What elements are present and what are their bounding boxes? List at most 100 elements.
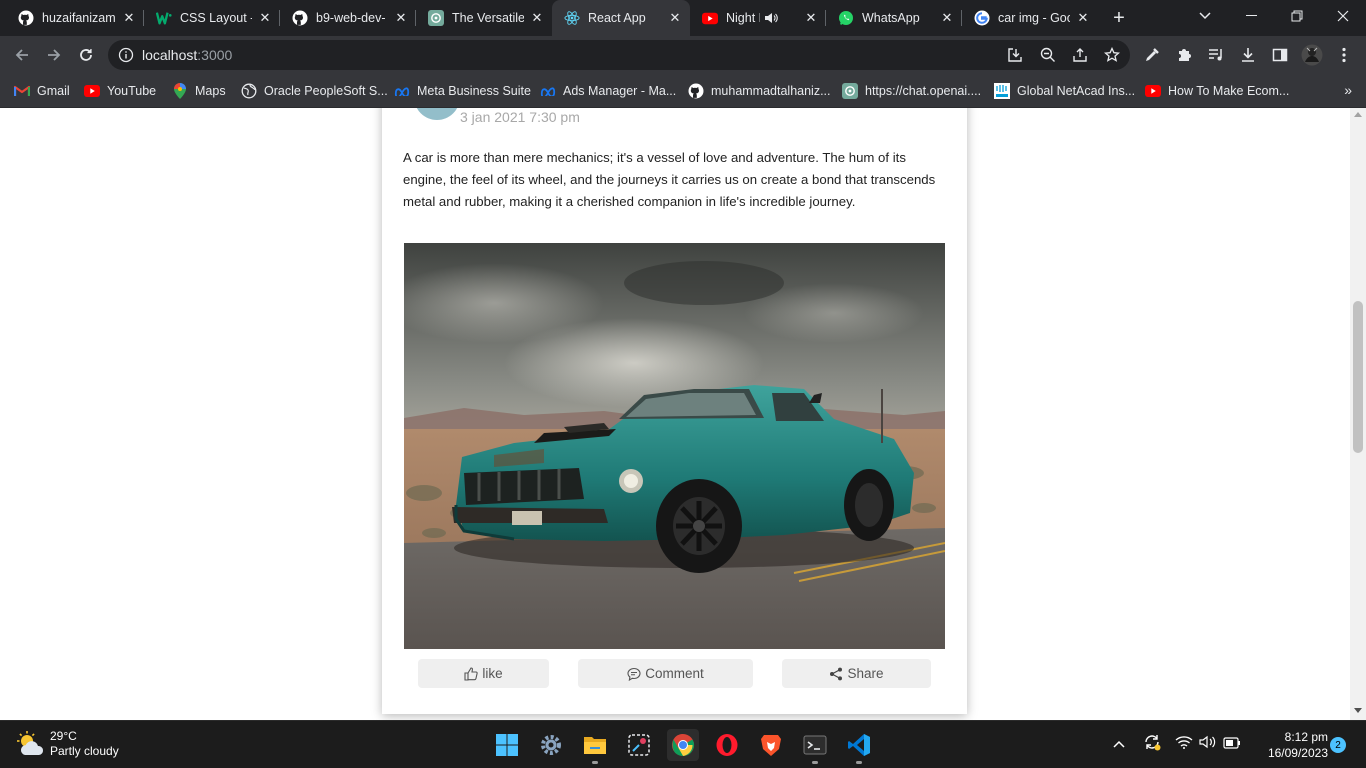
eyedropper-extension-icon[interactable] bbox=[1138, 41, 1166, 69]
bookmark-oracle-peoplesoft[interactable]: Oracle PeopleSoft S... bbox=[241, 81, 388, 101]
vertical-scrollbar[interactable] bbox=[1350, 108, 1366, 720]
bookmark-label: Maps bbox=[195, 84, 226, 98]
downloads-icon[interactable] bbox=[1234, 41, 1262, 69]
share-label: Share bbox=[847, 666, 884, 681]
minimize-button[interactable] bbox=[1228, 0, 1274, 32]
comment-icon bbox=[627, 667, 641, 681]
post-date: 3 jan 2021 7:30 pm bbox=[460, 109, 580, 125]
close-icon[interactable]: ✕ bbox=[392, 9, 410, 27]
close-icon[interactable]: ✕ bbox=[1074, 9, 1092, 27]
terminal-icon[interactable] bbox=[799, 729, 831, 764]
bookmark-youtube[interactable]: YouTube bbox=[84, 81, 156, 101]
bookmark-label: https://chat.openai.... bbox=[865, 84, 982, 98]
tab-night-drive-youtube[interactable]: Night Dr ✕ bbox=[690, 0, 826, 36]
post-text: A car is more than mere mechanics; it's … bbox=[403, 150, 936, 209]
notification-badge[interactable]: 2 bbox=[1330, 737, 1346, 753]
close-icon[interactable]: ✕ bbox=[528, 9, 546, 27]
thumbs-up-icon bbox=[464, 666, 479, 681]
page-viewport: 3 jan 2021 7:30 pm A car is more than me… bbox=[0, 108, 1366, 720]
file-explorer-icon[interactable] bbox=[579, 729, 611, 764]
tab-css-layout[interactable]: CSS Layout - ✕ bbox=[144, 0, 280, 36]
tab-search-chevron-icon[interactable] bbox=[1182, 0, 1228, 32]
show-hidden-icons-chevron-icon[interactable] bbox=[1113, 735, 1125, 753]
bookmark-github-muhammadtalhaniz[interactable]: muhammadtalhaniz... bbox=[688, 81, 831, 101]
bookmark-maps[interactable]: Maps bbox=[172, 81, 226, 101]
volume-icon[interactable] bbox=[1199, 735, 1217, 754]
url-text: localhost:3000 bbox=[142, 47, 232, 63]
cisco-icon bbox=[994, 83, 1010, 99]
avatar[interactable] bbox=[414, 108, 460, 120]
tab-react-app[interactable]: React App ✕ bbox=[552, 0, 690, 36]
speaker-icon[interactable] bbox=[764, 12, 778, 24]
scroll-up-arrow-icon[interactable] bbox=[1354, 112, 1362, 117]
bookmark-ads-manager[interactable]: Ads Manager - Ma... bbox=[540, 81, 676, 101]
bookmark-gmail[interactable]: Gmail bbox=[14, 81, 70, 101]
tab-whatsapp[interactable]: WhatsApp ✕ bbox=[826, 0, 962, 36]
bookmark-how-to-make-ecom[interactable]: How To Make Ecom... bbox=[1145, 81, 1289, 101]
close-icon[interactable]: ✕ bbox=[256, 9, 274, 27]
brave-icon[interactable] bbox=[755, 729, 787, 761]
address-bar[interactable]: localhost:3000 bbox=[108, 40, 1130, 70]
bookmark-label: muhammadtalhaniz... bbox=[711, 84, 831, 98]
bookmarks-overflow-button[interactable]: » bbox=[1344, 82, 1352, 98]
restore-button[interactable] bbox=[1274, 0, 1320, 32]
profile-avatar[interactable] bbox=[1298, 41, 1326, 69]
tab-car-img-google[interactable]: car img - Goo ✕ bbox=[962, 0, 1098, 36]
bookmark-meta-business-suite[interactable]: Meta Business Suite bbox=[394, 81, 531, 101]
scroll-down-arrow-icon[interactable] bbox=[1354, 708, 1362, 713]
new-tab-button[interactable]: + bbox=[1107, 6, 1131, 30]
media-controls-icon[interactable] bbox=[1202, 41, 1230, 69]
close-icon[interactable]: ✕ bbox=[666, 9, 684, 27]
w3schools-icon bbox=[156, 10, 172, 26]
system-clock[interactable]: 8:12 pm 16/09/2023 bbox=[1248, 729, 1328, 761]
weather-widget[interactable]: 29°C Partly cloudy bbox=[16, 729, 119, 759]
like-button[interactable]: like bbox=[418, 659, 549, 688]
battery-icon[interactable] bbox=[1223, 736, 1241, 754]
side-panel-icon[interactable] bbox=[1266, 41, 1294, 69]
partly-cloudy-icon bbox=[17, 731, 44, 755]
tab-github-b9-web-dev[interactable]: b9-web-dev- ✕ bbox=[280, 0, 416, 36]
close-window-button[interactable] bbox=[1320, 0, 1366, 32]
scrollbar-thumb[interactable] bbox=[1353, 301, 1363, 453]
start-windows-icon[interactable] bbox=[491, 729, 523, 761]
bookmark-star-icon[interactable] bbox=[1103, 46, 1121, 64]
back-button[interactable] bbox=[8, 41, 36, 69]
meta-icon bbox=[540, 83, 556, 99]
bookmark-label: How To Make Ecom... bbox=[1168, 84, 1290, 98]
opera-icon[interactable] bbox=[711, 729, 743, 761]
forward-button[interactable] bbox=[40, 41, 68, 69]
reload-button[interactable] bbox=[72, 41, 100, 69]
youtube-icon bbox=[84, 83, 100, 99]
install-app-icon[interactable] bbox=[1006, 46, 1024, 64]
chrome-icon[interactable] bbox=[667, 729, 699, 761]
tab-github-huzaifanizam[interactable]: huzaifanizam ✕ bbox=[6, 0, 144, 36]
wifi-icon[interactable] bbox=[1175, 735, 1193, 754]
comment-label: Comment bbox=[645, 666, 704, 681]
bookmark-global-netacad[interactable]: Global NetAcad Ins... bbox=[994, 81, 1135, 101]
close-icon[interactable]: ✕ bbox=[802, 9, 820, 27]
tab-the-versatile[interactable]: The Versatile ✕ bbox=[416, 0, 552, 36]
close-icon[interactable]: ✕ bbox=[938, 9, 956, 27]
bookmark-chat-openai[interactable]: https://chat.openai.... bbox=[842, 81, 981, 101]
tab-title: b9-web-dev- bbox=[316, 11, 386, 25]
bookmark-label: YouTube bbox=[107, 84, 157, 98]
tab-title: Night Dr bbox=[726, 11, 760, 25]
browser-menu-icon[interactable] bbox=[1330, 41, 1358, 69]
close-icon[interactable]: ✕ bbox=[120, 9, 138, 27]
post-image[interactable] bbox=[404, 243, 945, 649]
settings-gear-icon[interactable] bbox=[535, 729, 567, 761]
post-card: 3 jan 2021 7:30 pm A car is more than me… bbox=[382, 108, 967, 714]
share-button[interactable]: Share bbox=[782, 659, 931, 688]
chatgpt-icon bbox=[842, 83, 858, 99]
comment-button[interactable]: Comment bbox=[578, 659, 753, 688]
share-page-icon[interactable] bbox=[1071, 46, 1089, 64]
extensions-puzzle-icon[interactable] bbox=[1170, 41, 1198, 69]
url-port: :3000 bbox=[197, 47, 233, 63]
screen: huzaifanizam ✕ CSS Layout - ✕ b9-web-dev… bbox=[0, 0, 1366, 768]
snipping-tool-icon[interactable] bbox=[623, 729, 655, 761]
sync-update-icon[interactable] bbox=[1143, 733, 1161, 756]
vscode-icon[interactable] bbox=[843, 729, 875, 764]
site-info-icon[interactable] bbox=[118, 47, 134, 68]
zoom-icon[interactable] bbox=[1039, 46, 1057, 64]
maps-icon bbox=[172, 83, 188, 99]
